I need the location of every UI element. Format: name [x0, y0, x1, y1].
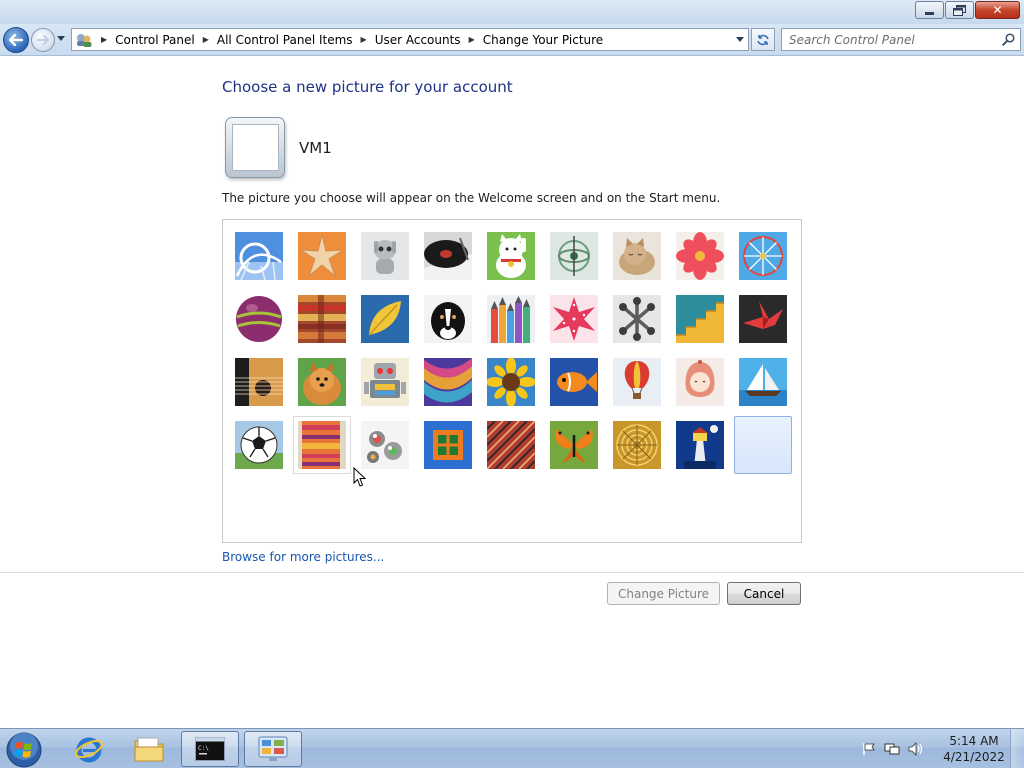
picture-kitten[interactable] — [613, 232, 661, 280]
search-icon[interactable] — [1002, 33, 1015, 49]
picture-marbles[interactable] — [361, 421, 409, 469]
notification-area — [862, 729, 932, 768]
back-button[interactable] — [3, 27, 29, 53]
internet-explorer-icon — [75, 737, 103, 763]
taskbar-internet-explorer[interactable] — [60, 731, 118, 767]
current-picture — [225, 117, 285, 178]
picture-grid — [222, 219, 802, 543]
picture-sunflower[interactable] — [487, 358, 535, 406]
breadcrumb-separator-icon[interactable]: ▶ — [203, 35, 209, 44]
restore-button[interactable] — [945, 1, 974, 19]
address-bar[interactable]: ▶ Control Panel ▶ All Control Panel Item… — [71, 28, 749, 51]
close-icon: ✕ — [992, 3, 1003, 17]
picture-star-ornament[interactable] — [550, 295, 598, 343]
breadcrumb-separator-icon[interactable]: ▶ — [361, 35, 367, 44]
picture-lighthouse[interactable] — [676, 421, 724, 469]
action-center-flag-icon[interactable] — [862, 742, 876, 756]
picture-description: The picture you choose will appear on th… — [222, 191, 721, 205]
taskbar-command-prompt[interactable]: C:\ — [181, 731, 239, 767]
minimize-button[interactable] — [915, 1, 944, 19]
picture-gyroscope[interactable] — [550, 232, 598, 280]
navigation-bar: ▶ Control Panel ▶ All Control Panel Item… — [0, 24, 1024, 56]
window-controls: ✕ — [914, 1, 1020, 19]
forward-arrow-icon — [37, 35, 49, 45]
picture-dog[interactable] — [424, 295, 472, 343]
picture-starfish[interactable] — [298, 232, 346, 280]
change-picture-button[interactable]: Change Picture — [607, 582, 720, 605]
breadcrumb-all-control-panel-items[interactable]: All Control Panel Items — [217, 33, 353, 47]
recent-pages-dropdown-icon[interactable] — [57, 36, 65, 41]
control-panel-icon — [258, 736, 288, 761]
minimize-icon — [925, 11, 934, 15]
picture-leaf[interactable] — [361, 295, 409, 343]
mouse-cursor-icon — [353, 467, 367, 487]
picture-blank[interactable] — [734, 416, 792, 474]
account-name: VM1 — [299, 139, 332, 157]
divider — [0, 572, 1024, 573]
windows-logo-icon — [6, 732, 42, 768]
address-dropdown-icon[interactable] — [736, 37, 744, 42]
picture-doll[interactable] — [676, 358, 724, 406]
clock-time: 5:14 AM — [949, 734, 999, 748]
picture-stairs[interactable] — [676, 295, 724, 343]
picture-fish[interactable] — [550, 358, 598, 406]
picture-spiral[interactable] — [613, 421, 661, 469]
network-icon[interactable] — [884, 742, 900, 756]
command-prompt-icon: C:\ — [195, 737, 225, 761]
picture-ferris-wheel[interactable] — [739, 232, 787, 280]
volume-icon[interactable] — [908, 742, 924, 756]
picture-woven-fabric[interactable] — [487, 421, 535, 469]
restore-icon — [953, 4, 966, 16]
refresh-button[interactable] — [751, 28, 775, 51]
picture-crayons[interactable] — [487, 295, 535, 343]
control-panel-icon — [75, 32, 93, 48]
breadcrumb-control-panel[interactable]: Control Panel — [115, 33, 195, 47]
picture-soccer-ball[interactable] — [235, 421, 283, 469]
start-button[interactable] — [3, 731, 45, 768]
taskbar: C:\ 5:14 AM 4/21/2022 — [0, 728, 1024, 768]
folder-icon — [134, 737, 164, 762]
breadcrumb-separator-icon[interactable]: ▶ — [469, 35, 475, 44]
breadcrumb-change-your-picture[interactable]: Change Your Picture — [483, 33, 603, 47]
page-title: Choose a new picture for your account — [222, 78, 513, 96]
clock-date: 4/21/2022 — [943, 750, 1005, 764]
current-picture-image — [232, 124, 279, 171]
close-button[interactable]: ✕ — [975, 1, 1020, 19]
taskbar-windows-explorer[interactable] — [120, 731, 178, 767]
browse-more-pictures-link[interactable]: Browse for more pictures... — [222, 550, 384, 564]
picture-scarf[interactable] — [424, 358, 472, 406]
picture-hot-air-balloon[interactable] — [613, 358, 661, 406]
show-desktop-button[interactable] — [1010, 729, 1024, 768]
picture-puppy[interactable] — [298, 358, 346, 406]
picture-pink-flower[interactable] — [676, 232, 724, 280]
picture-record-player[interactable] — [424, 232, 472, 280]
system-clock[interactable]: 5:14 AM 4/21/2022 — [940, 733, 1008, 765]
picture-lucky-cat[interactable] — [487, 232, 535, 280]
picture-robot-figure[interactable] — [361, 232, 409, 280]
forward-button[interactable] — [31, 28, 55, 52]
cancel-button[interactable]: Cancel — [727, 582, 801, 605]
picture-toy-robot[interactable] — [361, 358, 409, 406]
picture-butterfly[interactable] — [550, 421, 598, 469]
refresh-icon — [757, 34, 769, 45]
picture-roller-coaster[interactable] — [235, 232, 283, 280]
picture-fabric[interactable] — [298, 295, 346, 343]
picture-textile[interactable] — [298, 421, 346, 469]
picture-window[interactable] — [424, 421, 472, 469]
picture-paper-crane[interactable] — [739, 295, 787, 343]
back-arrow-icon — [9, 34, 23, 46]
search-box — [781, 28, 1021, 51]
picture-jacks[interactable] — [613, 295, 661, 343]
picture-guitar[interactable] — [235, 358, 283, 406]
picture-ball[interactable] — [235, 295, 283, 343]
search-input[interactable] — [789, 29, 999, 50]
svg-text:C:\: C:\ — [198, 745, 209, 752]
picture-sailboat[interactable] — [739, 358, 787, 406]
breadcrumb-separator-icon[interactable]: ▶ — [101, 35, 107, 44]
title-bar: ✕ — [0, 0, 1024, 24]
breadcrumb-user-accounts[interactable]: User Accounts — [375, 33, 461, 47]
taskbar-control-panel[interactable] — [244, 731, 302, 767]
